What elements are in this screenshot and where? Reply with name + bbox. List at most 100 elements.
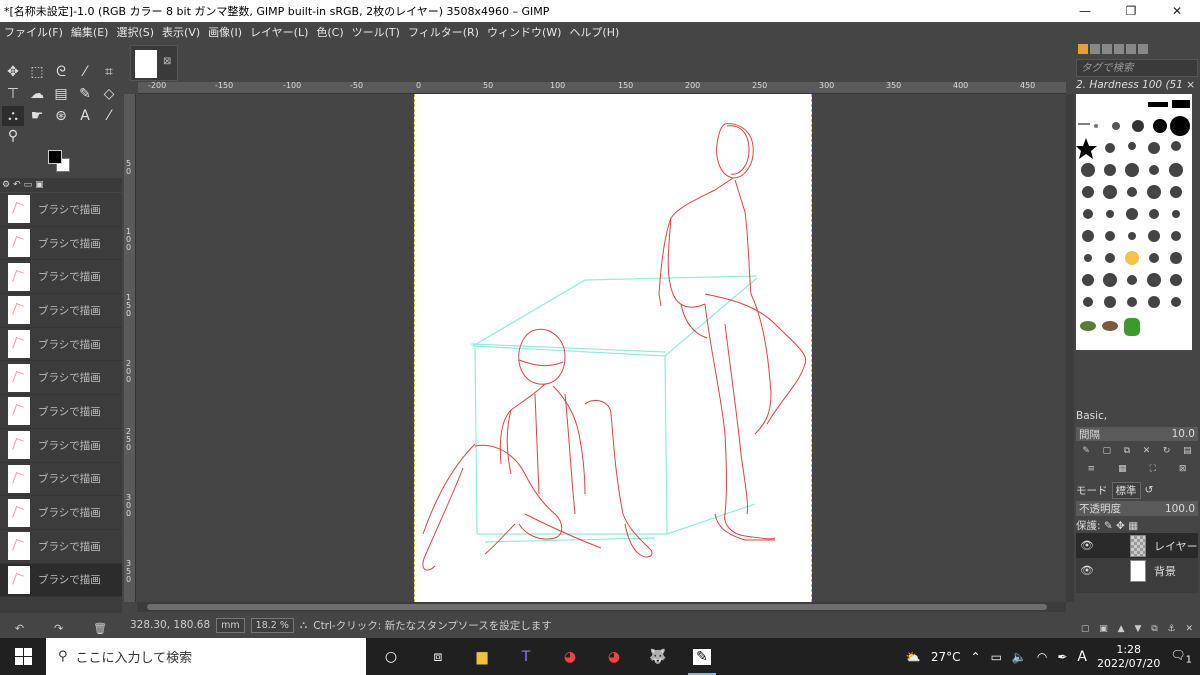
mode-reset-icon[interactable]: ↺ (1145, 484, 1154, 496)
crop-tool-icon[interactable]: ⌗ (98, 62, 120, 82)
history-item[interactable]: ブラシで描画 (0, 395, 122, 429)
history-item[interactable]: ブラシで描画 (0, 530, 122, 564)
minimize-button[interactable]: — (1062, 0, 1108, 22)
eraser-tool-icon[interactable]: ◇ (98, 84, 120, 104)
tool-options-tab-icon[interactable]: ⚙ (2, 180, 10, 190)
layer-name[interactable]: 背景 (1154, 563, 1176, 579)
battery-icon[interactable]: ▭ (991, 650, 1002, 664)
gimp-window-icon[interactable]: ✎ (680, 638, 724, 675)
gimp-wilber-icon[interactable]: 🐺 (636, 638, 680, 675)
history-item[interactable]: ブラシで描画 (0, 227, 122, 261)
color-picker-tool-icon[interactable]: ⁄ (98, 106, 120, 126)
transform-tool-icon[interactable]: ⊤ (2, 84, 24, 104)
visibility-eye-icon[interactable]: 👁 (1080, 539, 1094, 552)
fg-bg-colors[interactable] (48, 150, 74, 174)
history-item-current[interactable]: ブラシで描画 (0, 563, 122, 598)
undo-icon[interactable]: ↶ (15, 622, 24, 635)
path-tool-icon[interactable]: ⊛ (50, 106, 72, 126)
history-item[interactable]: ブラシで描画 (0, 463, 122, 497)
history-item[interactable]: ブラシで描画 (0, 260, 122, 295)
lock-pixels-icon[interactable]: ✎ (1104, 520, 1113, 532)
maximize-button[interactable]: ❐ (1108, 0, 1154, 22)
layer-name[interactable]: レイヤー (1154, 538, 1198, 554)
lock-position-icon[interactable]: ✥ (1116, 520, 1125, 532)
menu-tools[interactable]: ツール(T) (348, 24, 404, 40)
open-brush-icon[interactable]: ▤ (1183, 446, 1192, 456)
anchor-layer-icon[interactable]: ⚓ (1168, 624, 1176, 634)
start-button[interactable] (0, 638, 46, 675)
clone-tool-icon[interactable]: ⛬ (2, 106, 24, 126)
layer-opacity-slider[interactable]: 不透明度 100.0 (1076, 501, 1198, 516)
layer-row[interactable]: 👁 背景 (1076, 558, 1198, 583)
chevron-up-icon[interactable]: ⌃ (971, 650, 981, 664)
unit-select[interactable]: mm (216, 617, 245, 633)
history-item[interactable]: ブラシで描画 (0, 328, 122, 362)
smudge-tool-icon[interactable]: ☛ (26, 106, 48, 126)
pen-icon[interactable]: ✒ (1057, 650, 1067, 664)
undo-history-tab-icon[interactable]: ↶ (13, 180, 21, 190)
notifications-icon[interactable]: 🗨1 (1170, 648, 1192, 665)
redo-icon[interactable]: ↷ (54, 622, 63, 635)
network-icon[interactable]: ◠ (1037, 650, 1047, 664)
menu-select[interactable]: 選択(S) (112, 24, 158, 40)
history-item[interactable]: ブラシで描画 (0, 361, 122, 396)
volume-icon[interactable]: 🔈 (1012, 650, 1027, 664)
history-item[interactable]: ブラシで描画 (0, 496, 122, 530)
file-explorer-icon[interactable]: ▆ (460, 638, 504, 675)
delete-layer-icon[interactable]: ✕ (1185, 624, 1193, 634)
edit-brush-icon[interactable]: ✎ (1082, 446, 1090, 456)
lasso-tool-icon[interactable]: ᘓ (50, 62, 72, 82)
channels-tab-icon[interactable]: ▦ (1118, 464, 1127, 474)
close-button[interactable]: ✕ (1154, 0, 1200, 22)
menu-help[interactable]: ヘルプ(H) (565, 24, 623, 40)
layer-row[interactable]: 👁 レイヤー (1076, 533, 1198, 558)
lock-alpha-icon[interactable]: ▦ (1128, 520, 1138, 532)
menu-layer[interactable]: レイヤー(L) (246, 24, 312, 40)
chrome-profile-icon[interactable]: ◕ (548, 638, 592, 675)
warp-tool-icon[interactable]: ☁ (26, 84, 48, 104)
delete-brush-icon[interactable]: ✕ (1143, 446, 1151, 456)
cortana-icon[interactable]: ○ (366, 638, 416, 675)
clock[interactable]: 1:28 2022/07/20 (1097, 643, 1160, 671)
clear-history-icon[interactable]: 🗑 (93, 622, 107, 635)
device-status-tab-icon[interactable]: ▣ (35, 180, 44, 190)
menu-colors[interactable]: 色(C) (312, 24, 347, 40)
zoom-tool-icon[interactable]: ⚲ (2, 126, 24, 146)
history-item[interactable]: ブラシで描画 (0, 294, 122, 328)
brush-preset-select[interactable]: Basic, (1076, 410, 1198, 424)
image-canvas[interactable] (414, 94, 812, 602)
temperature[interactable]: 27°C (931, 650, 961, 664)
lower-layer-icon[interactable]: ▼ (1134, 624, 1141, 634)
chrome-icon[interactable]: ◕ (592, 638, 636, 675)
image-tab[interactable]: ⊠ (130, 45, 178, 81)
layers-tab-icon[interactable]: ≡ (1088, 464, 1096, 474)
duplicate-layer-icon[interactable]: ⧉ (1151, 624, 1157, 634)
layer-mode-select[interactable]: 標準 (1111, 481, 1141, 499)
weather-icon[interactable]: ⛅ (906, 650, 921, 664)
brushes-tab-icon[interactable] (1078, 44, 1088, 54)
brush-grid[interactable] (1076, 94, 1192, 350)
document-tab-icon[interactable] (1138, 44, 1148, 54)
fonts-tab-icon[interactable] (1102, 44, 1112, 54)
ime-indicator[interactable]: A (1077, 649, 1087, 665)
menu-windows[interactable]: ウィンドウ(W) (483, 24, 565, 40)
paintbrush-tool-icon[interactable]: ✎ (74, 84, 96, 104)
brush-spacing-slider[interactable]: 間隔 10.0 (1076, 427, 1198, 441)
history-item[interactable]: ブラシで描画 (0, 429, 122, 463)
teams-icon[interactable]: T (504, 638, 548, 675)
patterns-tab-icon[interactable] (1090, 44, 1100, 54)
rect-select-tool-icon[interactable]: ⬚ (26, 62, 48, 82)
paths-tab-icon[interactable]: ⛶ (1150, 464, 1156, 474)
raise-layer-icon[interactable]: ▲ (1118, 624, 1125, 634)
visibility-eye-icon[interactable]: 👁 (1080, 564, 1094, 577)
gradients-tab-icon[interactable] (1114, 44, 1124, 54)
new-brush-icon[interactable]: ▢ (1103, 446, 1112, 456)
dock-close-icon[interactable]: ⊠ (1179, 464, 1187, 474)
refresh-brushes-icon[interactable]: ↻ (1163, 446, 1171, 456)
horizontal-scrollbar[interactable] (137, 602, 1066, 612)
menu-image[interactable]: 画像(I) (204, 24, 246, 40)
menu-edit[interactable]: 編集(E) (67, 24, 113, 40)
close-tab-icon[interactable]: ⊠ (163, 56, 171, 67)
images-tab-icon[interactable]: ▭ (24, 180, 33, 190)
menu-view[interactable]: 表示(V) (158, 24, 204, 40)
